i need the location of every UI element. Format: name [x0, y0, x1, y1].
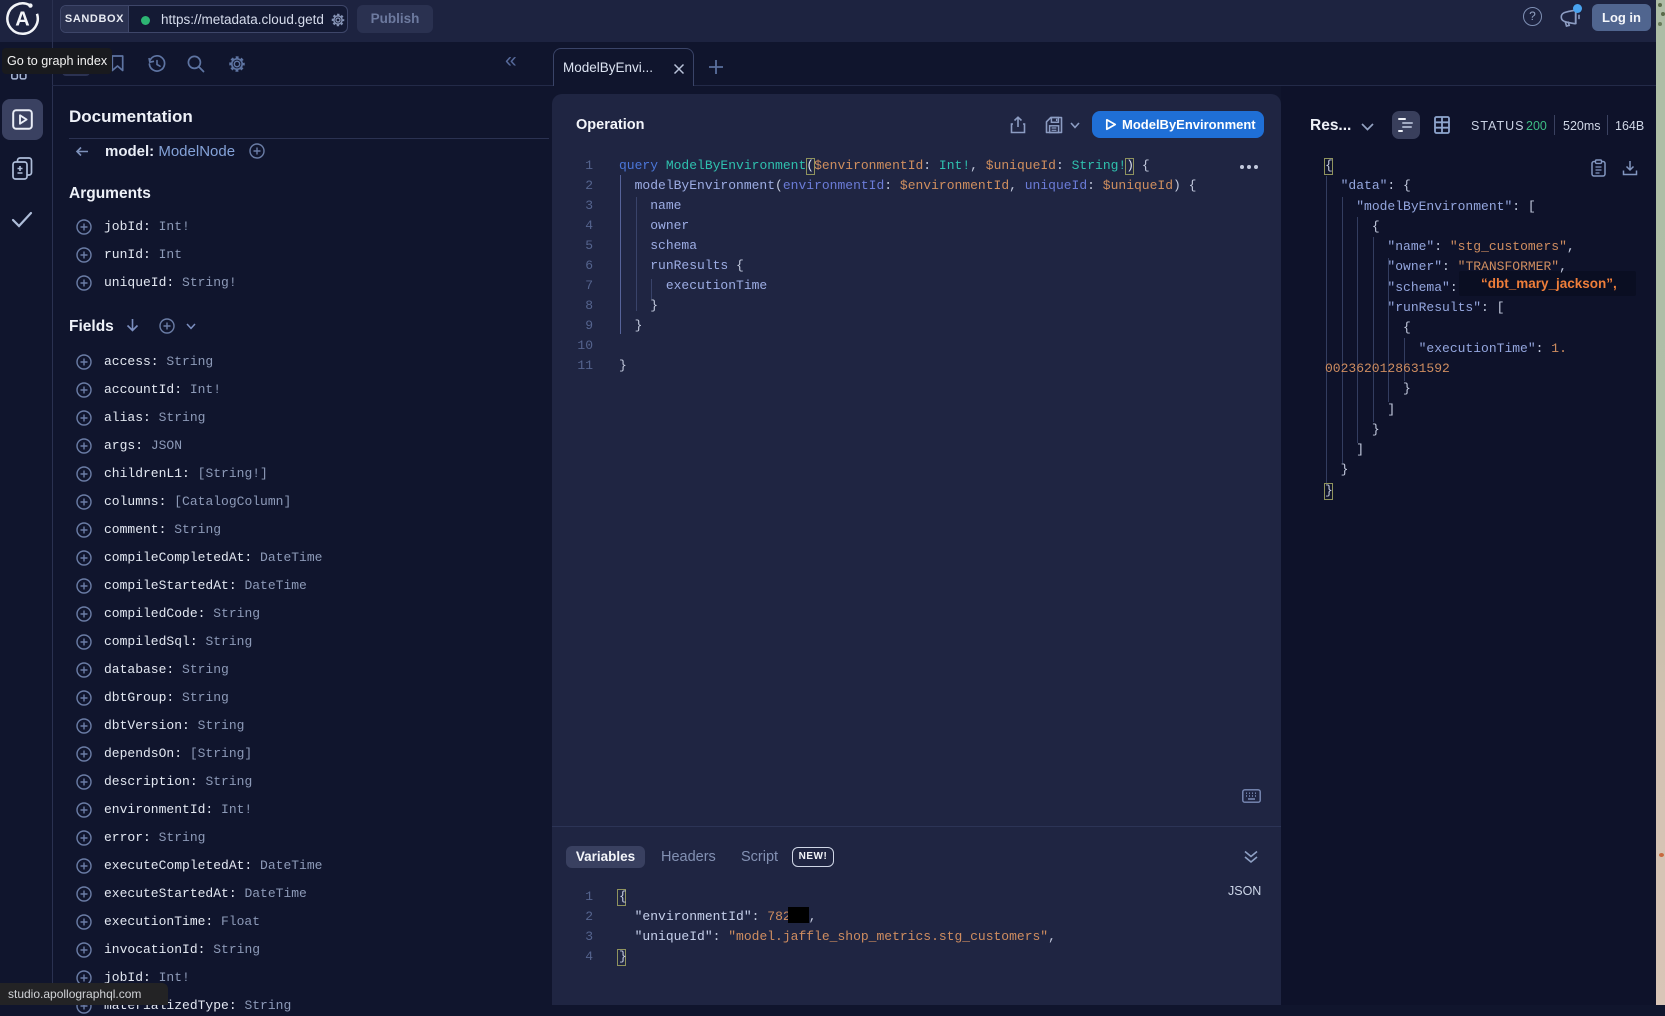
svg-text:A: A	[15, 8, 29, 30]
